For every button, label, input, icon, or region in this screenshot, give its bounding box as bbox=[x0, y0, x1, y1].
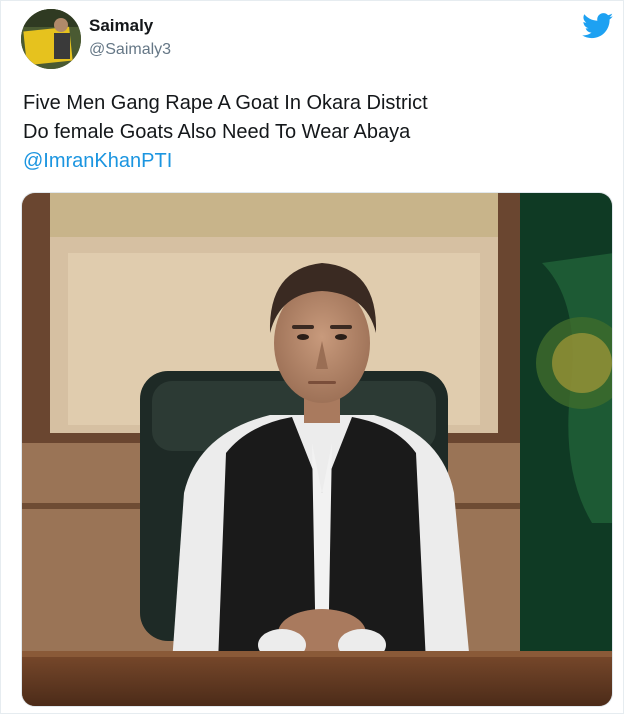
tweet-photo[interactable] bbox=[21, 192, 613, 707]
twitter-bird-icon[interactable] bbox=[582, 13, 614, 39]
mention-link[interactable]: @ImranKhanPTI bbox=[23, 147, 603, 176]
display-name[interactable]: Saimaly bbox=[89, 16, 153, 36]
tweet-card: Saimaly @Saimaly3 Five Men Gang Rape A G… bbox=[0, 0, 624, 714]
tweet-text-line-1: Five Men Gang Rape A Goat In Okara Distr… bbox=[23, 92, 428, 114]
tweet-text: Five Men Gang Rape A Goat In Okara Distr… bbox=[23, 89, 603, 176]
photo-portrait bbox=[22, 193, 612, 706]
user-handle[interactable]: @Saimaly3 bbox=[89, 41, 171, 59]
avatar-image bbox=[21, 9, 81, 69]
avatar[interactable] bbox=[21, 9, 81, 69]
tweet-text-line-2: Do female Goats Also Need To Wear Abaya bbox=[23, 121, 411, 143]
